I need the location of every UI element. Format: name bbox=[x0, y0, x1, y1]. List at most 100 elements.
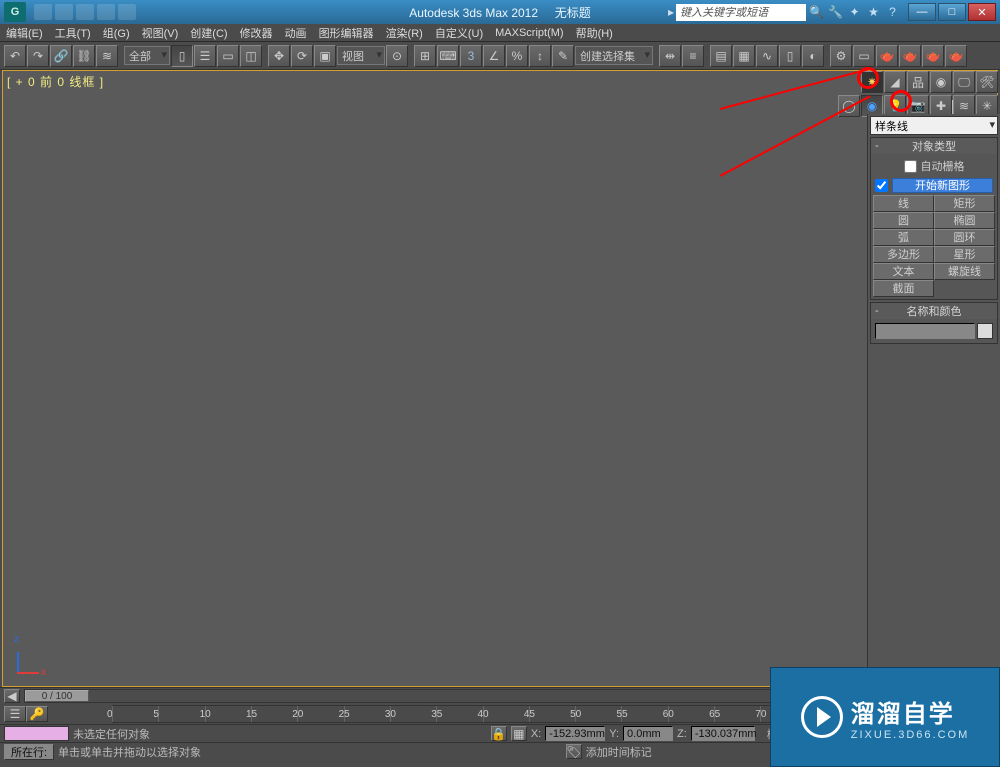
menu-tools[interactable]: 工具(T) bbox=[55, 25, 91, 41]
qat-open-icon[interactable] bbox=[34, 4, 52, 20]
select-manipulate-button[interactable]: ⊞ bbox=[414, 45, 436, 67]
qat-save-icon[interactable] bbox=[55, 4, 73, 20]
menu-help[interactable]: 帮助(H) bbox=[576, 25, 613, 41]
selection-filter-dropdown[interactable]: 全部 bbox=[124, 46, 170, 65]
layer-manager-button[interactable]: ▦ bbox=[733, 45, 755, 67]
window-crossing-button[interactable]: ◫ bbox=[240, 45, 262, 67]
arc-button[interactable]: 弧 bbox=[873, 229, 934, 246]
render-iterative-button[interactable]: 🫖 bbox=[899, 45, 921, 67]
undo-button[interactable]: ↶ bbox=[4, 45, 26, 67]
title-chevron-icon[interactable]: ▸ bbox=[668, 5, 674, 19]
viewport-front[interactable]: [ + 0 前 0 线框 ] 前 zx bbox=[2, 70, 998, 687]
infocenter-help-icon[interactable]: ? bbox=[884, 5, 901, 19]
angle-snap-button[interactable]: ∠ bbox=[483, 45, 505, 67]
hierarchy-tab-button[interactable]: 品 bbox=[907, 71, 929, 93]
object-color-swatch[interactable] bbox=[977, 323, 993, 339]
y-coord-field[interactable]: 0.0mm bbox=[623, 726, 673, 741]
timeline-left-button[interactable]: ◀ bbox=[4, 689, 20, 703]
help-search-input[interactable]: 键入关键字或短语 bbox=[676, 4, 806, 21]
viewport-label[interactable]: [ + 0 前 0 线框 ] bbox=[7, 73, 104, 90]
app-icon[interactable]: G bbox=[4, 2, 26, 22]
trackbar-filter-button[interactable]: ☰ bbox=[4, 706, 26, 722]
object-name-field[interactable] bbox=[875, 323, 975, 339]
menu-rendering[interactable]: 渲染(R) bbox=[386, 25, 423, 41]
redo-button[interactable]: ↷ bbox=[27, 45, 49, 67]
menu-views[interactable]: 视图(V) bbox=[142, 25, 179, 41]
window-close-button[interactable]: ✕ bbox=[968, 3, 996, 21]
auto-grid-checkbox[interactable] bbox=[904, 160, 917, 173]
render-production-button[interactable]: 🫖 bbox=[945, 45, 967, 67]
menu-group[interactable]: 组(G) bbox=[103, 25, 130, 41]
bind-spacewarp-button[interactable]: ≋ bbox=[96, 45, 118, 67]
window-minimize-button[interactable]: — bbox=[908, 3, 936, 21]
star-button[interactable]: 星形 bbox=[934, 246, 995, 263]
spinner-snap-button[interactable]: ↕ bbox=[529, 45, 551, 67]
schematic-view-button[interactable]: ▯ bbox=[779, 45, 801, 67]
percent-snap-button[interactable]: % bbox=[506, 45, 528, 67]
qat-undo-icon[interactable] bbox=[76, 4, 94, 20]
absolute-transform-button[interactable]: ▦ bbox=[511, 726, 527, 741]
circle-button[interactable]: 圆 bbox=[873, 212, 934, 229]
menu-graph-editors[interactable]: 图形编辑器 bbox=[319, 25, 374, 41]
link-button[interactable]: 🔗 bbox=[50, 45, 72, 67]
select-object-button[interactable]: ▯ bbox=[171, 45, 193, 67]
infocenter-dash-icon[interactable]: ✦ bbox=[846, 5, 863, 19]
donut-button[interactable]: 圆环 bbox=[934, 229, 995, 246]
menu-modifiers[interactable]: 修改器 bbox=[240, 25, 273, 41]
menu-edit[interactable]: 编辑(E) bbox=[6, 25, 43, 41]
material-editor-button[interactable]: ◐ bbox=[802, 45, 824, 67]
time-slider-handle[interactable]: 0 / 100 bbox=[25, 690, 89, 702]
select-region-button[interactable]: ▭ bbox=[217, 45, 239, 67]
utilities-tab-button[interactable]: 🛠 bbox=[976, 71, 998, 93]
menu-customize[interactable]: 自定义(U) bbox=[435, 25, 483, 41]
add-time-tag-label[interactable]: 添加时间标记 bbox=[586, 744, 652, 760]
menu-create[interactable]: 创建(C) bbox=[190, 25, 227, 41]
qat-redo-icon[interactable] bbox=[97, 4, 115, 20]
qat-custom-icon[interactable] bbox=[118, 4, 136, 20]
rectangle-button[interactable]: 矩形 bbox=[934, 195, 995, 212]
start-new-shape-checkbox[interactable] bbox=[875, 179, 888, 192]
keyboard-shortcut-button[interactable]: ⌨ bbox=[437, 45, 459, 67]
snap-toggle-button[interactable]: 3 bbox=[460, 45, 482, 67]
use-pivot-button[interactable]: ⊙ bbox=[386, 45, 408, 67]
edit-named-sel-button[interactable]: ✎ bbox=[552, 45, 574, 67]
menu-maxscript[interactable]: MAXScript(M) bbox=[495, 27, 563, 39]
render-activeshade-button[interactable]: 🫖 bbox=[922, 45, 944, 67]
ellipse-button[interactable]: 椭圆 bbox=[934, 212, 995, 229]
z-coord-field[interactable]: -130.037mm bbox=[691, 726, 755, 741]
ref-coord-dropdown[interactable]: 视图 bbox=[337, 46, 385, 65]
unlink-button[interactable]: ⛓ bbox=[73, 45, 95, 67]
menu-animation[interactable]: 动画 bbox=[285, 25, 307, 41]
align-button[interactable]: ≡ bbox=[682, 45, 704, 67]
scale-button[interactable]: ▣ bbox=[314, 45, 336, 67]
x-coord-field[interactable]: -152.93mm bbox=[545, 726, 605, 741]
rendered-frame-button[interactable]: ▭ bbox=[853, 45, 875, 67]
motion-tab-button[interactable]: ◉ bbox=[930, 71, 952, 93]
layers-toolbar-button[interactable]: ▤ bbox=[710, 45, 732, 67]
select-by-name-button[interactable]: ☰ bbox=[194, 45, 216, 67]
start-new-shape-button[interactable]: 开始新图形 bbox=[892, 178, 993, 193]
lock-selection-button[interactable]: 🔒 bbox=[491, 726, 507, 741]
name-color-header[interactable]: - 名称和颜色 bbox=[871, 303, 997, 319]
render-setup-button[interactable]: ⚙ bbox=[830, 45, 852, 67]
script-line-label[interactable]: 所在行: bbox=[4, 744, 54, 760]
infocenter-key-icon[interactable]: 🔧 bbox=[827, 5, 844, 19]
infocenter-binoculars-icon[interactable]: 🔍 bbox=[808, 5, 825, 19]
render-button[interactable]: 🫖 bbox=[876, 45, 898, 67]
rotate-button[interactable]: ⟳ bbox=[291, 45, 313, 67]
ngon-button[interactable]: 多边形 bbox=[873, 246, 934, 263]
line-button[interactable]: 线 bbox=[873, 195, 934, 212]
infocenter-star-icon[interactable]: ★ bbox=[865, 5, 882, 19]
move-button[interactable]: ✥ bbox=[268, 45, 290, 67]
curve-editor-button[interactable]: ∿ bbox=[756, 45, 778, 67]
helix-button[interactable]: 螺旋线 bbox=[934, 263, 995, 280]
script-output-1[interactable] bbox=[4, 726, 69, 741]
trackbar-keys-button[interactable]: 🔑 bbox=[26, 706, 48, 722]
object-type-header[interactable]: - 对象类型 bbox=[871, 138, 997, 154]
mirror-button[interactable]: ⇹ bbox=[659, 45, 681, 67]
text-button[interactable]: 文本 bbox=[873, 263, 934, 280]
spline-type-dropdown[interactable]: 样条线 bbox=[870, 116, 998, 135]
named-selection-dropdown[interactable]: 创建选择集 bbox=[575, 46, 653, 65]
display-tab-button[interactable]: 🖵 bbox=[953, 71, 975, 93]
section-button[interactable]: 截面 bbox=[873, 280, 934, 297]
